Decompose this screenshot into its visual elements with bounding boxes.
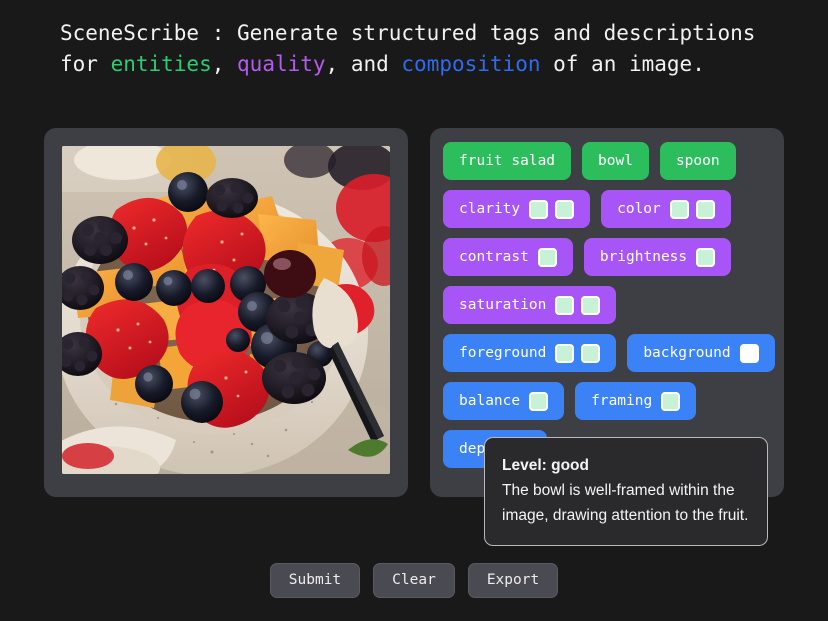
tag-rating-chips bbox=[669, 199, 715, 219]
tag-saturation[interactable]: saturation bbox=[443, 286, 617, 324]
tag-rating-chips bbox=[555, 343, 601, 363]
keyword-composition: composition bbox=[401, 52, 541, 76]
tag-spoon[interactable]: spoon bbox=[659, 142, 736, 180]
tag-row: balance framing bbox=[443, 382, 771, 420]
clear-button[interactable]: Clear bbox=[373, 563, 455, 598]
tag-row: saturation bbox=[443, 286, 771, 324]
tag-label: framing bbox=[591, 393, 653, 409]
tag-label: background bbox=[643, 345, 731, 361]
tooltip-body: The bowl is well-framed within the image… bbox=[502, 482, 749, 524]
tag-label: clarity bbox=[459, 201, 521, 217]
tag-tooltip: Level: good The bowl is well-framed with… bbox=[484, 437, 768, 546]
rating-chip-filled[interactable] bbox=[581, 343, 601, 363]
title-sep-2: , and bbox=[325, 52, 402, 76]
tag-background[interactable]: background bbox=[627, 334, 775, 372]
tag-rating-chips bbox=[537, 247, 557, 267]
tag-label: fruit salad bbox=[459, 153, 556, 169]
action-button-bar: Submit Clear Export bbox=[0, 563, 828, 598]
rating-chip-filled[interactable] bbox=[555, 199, 575, 219]
rating-chip-filled[interactable] bbox=[537, 247, 557, 267]
tag-balance[interactable]: balance bbox=[443, 382, 565, 420]
rating-chip-filled[interactable] bbox=[529, 391, 549, 411]
tag-label: balance bbox=[459, 393, 521, 409]
submit-button[interactable]: Submit bbox=[269, 563, 361, 598]
tag-bowl[interactable]: bowl bbox=[582, 142, 649, 180]
tag-brightness[interactable]: brightness bbox=[583, 238, 732, 276]
rating-chip-filled[interactable] bbox=[581, 295, 601, 315]
keyword-quality: quality bbox=[237, 52, 326, 76]
tag-label: bowl bbox=[598, 153, 633, 169]
tag-label: foreground bbox=[459, 345, 547, 361]
tag-clarity[interactable]: clarity bbox=[443, 190, 591, 228]
tag-contrast[interactable]: contrast bbox=[443, 238, 573, 276]
tag-foreground[interactable]: foreground bbox=[443, 334, 617, 372]
rating-chip-filled[interactable] bbox=[695, 199, 715, 219]
page-title: SceneScribe : Generate structured tags a… bbox=[0, 0, 828, 80]
tag-label: contrast bbox=[459, 249, 529, 265]
tooltip-title: Level: good bbox=[502, 457, 589, 474]
rating-chip-filled[interactable] bbox=[555, 343, 575, 363]
tag-rating-chips bbox=[529, 391, 549, 411]
tag-color[interactable]: color bbox=[601, 190, 731, 228]
tag-label: brightness bbox=[599, 249, 688, 265]
rating-chip-filled[interactable] bbox=[661, 391, 681, 411]
tag-row: contrast brightness bbox=[443, 238, 771, 276]
tag-rating-chips bbox=[696, 247, 716, 267]
tag-row: fruit salad bowl spoon bbox=[443, 142, 771, 180]
tag-row: clarity color bbox=[443, 190, 771, 228]
image-panel bbox=[44, 128, 408, 497]
tag-framing[interactable]: framing bbox=[575, 382, 697, 420]
tag-fruit-salad[interactable]: fruit salad bbox=[443, 142, 572, 180]
tag-label: saturation bbox=[459, 297, 547, 313]
tag-label: color bbox=[617, 201, 661, 217]
export-button[interactable]: Export bbox=[467, 563, 559, 598]
keyword-entities: entities bbox=[110, 52, 212, 76]
rating-chip-filled[interactable] bbox=[696, 247, 716, 267]
fruit-salad-image[interactable] bbox=[62, 146, 390, 474]
rating-chip-blank[interactable] bbox=[739, 343, 759, 363]
tag-rating-chips bbox=[555, 295, 601, 315]
title-sep-1: , bbox=[211, 52, 238, 76]
tag-rating-chips bbox=[739, 343, 759, 363]
tag-rating-chips bbox=[661, 391, 681, 411]
tag-row: foreground background bbox=[443, 334, 775, 372]
rating-chip-filled[interactable] bbox=[669, 199, 689, 219]
tag-rating-chips bbox=[529, 199, 575, 219]
page-title-part-end: of an image. bbox=[540, 52, 705, 76]
rating-chip-filled[interactable] bbox=[529, 199, 549, 219]
tag-label: spoon bbox=[675, 153, 720, 169]
rating-chip-filled[interactable] bbox=[555, 295, 575, 315]
